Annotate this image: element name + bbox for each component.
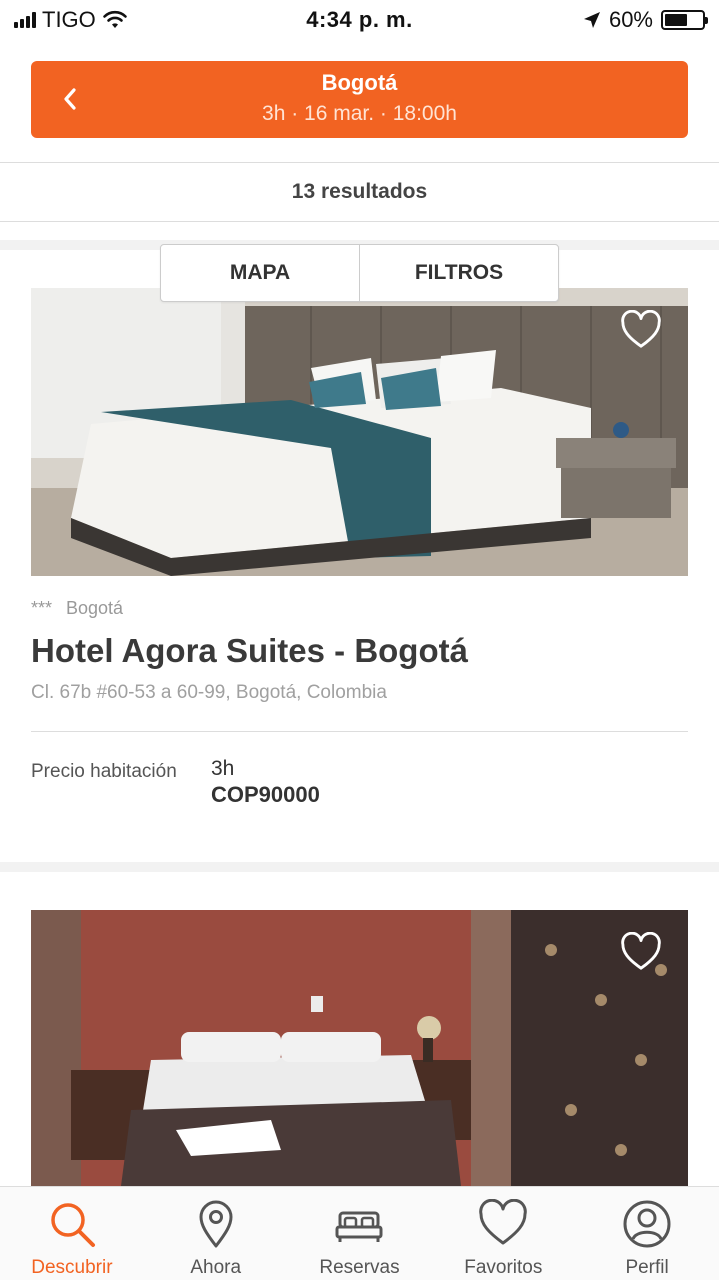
battery-icon	[661, 10, 708, 30]
map-button[interactable]: MAPA	[161, 245, 359, 301]
battery-fill	[665, 14, 687, 26]
card-divider	[31, 731, 688, 732]
heart-icon[interactable]	[620, 310, 662, 350]
battery-percent: 60%	[608, 7, 653, 32]
location-pin-icon	[199, 1200, 233, 1248]
nav-profile[interactable]: Perfil	[575, 1187, 719, 1280]
search-summary-bar[interactable]: Bogotá 3h · 16 mar. · 18:00h	[31, 61, 688, 138]
hotel-photo[interactable]	[31, 288, 688, 576]
status-left: TIGO	[14, 7, 254, 33]
status-right: 60%	[465, 7, 708, 33]
price-duration: 3h	[211, 757, 235, 780]
nav-favorites[interactable]: Favoritos	[431, 1187, 575, 1280]
user-icon	[623, 1200, 671, 1248]
nav-label: Favoritos	[464, 1257, 543, 1278]
nav-now[interactable]: Ahora	[144, 1187, 288, 1280]
bed-icon	[335, 1211, 383, 1242]
price-label: Precio habitación	[31, 761, 177, 782]
wifi-icon	[102, 10, 127, 28]
hotel-room-image	[31, 288, 688, 576]
results-count: 13 resultados	[0, 162, 719, 222]
hotel-photo[interactable]	[31, 910, 688, 1186]
results-count-label: 13 resultados	[291, 180, 428, 203]
bottom-navigation: Descubrir Ahora Reservas Favoritos Perfi…	[0, 1186, 719, 1280]
nav-discover[interactable]: Descubrir	[0, 1187, 144, 1280]
search-icon	[51, 1203, 95, 1247]
hotel-stars: ***	[31, 598, 53, 618]
nav-label: Reservas	[319, 1257, 400, 1278]
search-details: 3h · 16 mar. · 18:00h	[262, 102, 457, 125]
map-filter-toggle: MAPA FILTROS	[160, 244, 559, 302]
nav-label: Descubrir	[31, 1257, 113, 1278]
search-city: Bogotá	[321, 70, 398, 95]
hotel-name[interactable]: Hotel Agora Suites - Bogotá	[31, 632, 468, 670]
heart-icon	[479, 1199, 528, 1245]
price-value: COP90000	[211, 782, 320, 807]
nav-bookings[interactable]: Reservas	[288, 1187, 432, 1280]
hotel-address: Cl. 67b #60-53 a 60-99, Bogotá, Colombia	[31, 682, 387, 703]
status-bar: TIGO 4:34 p. m. 60%	[0, 0, 719, 40]
status-time: 4:34 p. m.	[306, 7, 413, 32]
section-divider	[0, 862, 719, 872]
nav-label: Perfil	[625, 1257, 669, 1278]
hotel-city: Bogotá	[66, 598, 124, 618]
carrier-label: TIGO	[42, 7, 96, 32]
hotel-category: *** Bogotá	[31, 598, 123, 619]
hotel-room-image	[31, 910, 688, 1186]
heart-icon[interactable]	[620, 932, 662, 972]
signal-icon	[14, 12, 36, 28]
location-arrow-icon	[583, 12, 600, 28]
filters-button[interactable]: FILTROS	[359, 245, 558, 301]
nav-label: Ahora	[190, 1257, 242, 1278]
